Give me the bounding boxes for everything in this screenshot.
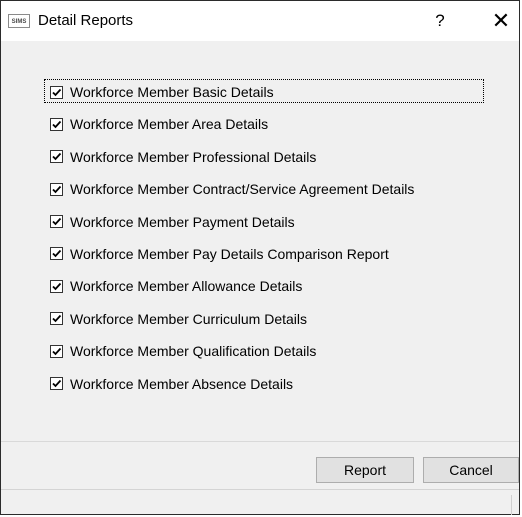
report-option-contract-details[interactable]: Workforce Member Contract/Service Agreem… (50, 174, 414, 204)
dialog-button-bar: Report Cancel (1, 442, 519, 489)
checkbox[interactable] (50, 312, 63, 326)
report-options-panel: Workforce Member Basic Details Workforce… (1, 41, 519, 441)
status-bar-divider (511, 495, 512, 515)
detail-reports-dialog: SIMS Detail Reports ? ✕ Workforce Member… (0, 0, 520, 515)
status-bar (1, 489, 519, 515)
help-button[interactable]: ? (427, 9, 453, 33)
cancel-button[interactable]: Cancel (423, 457, 519, 483)
report-option-absence-details[interactable]: Workforce Member Absence Details (50, 369, 414, 399)
close-button[interactable]: ✕ (487, 8, 515, 34)
report-option-label: Workforce Member Pay Details Comparison … (70, 245, 389, 262)
report-option-qualification-details[interactable]: Workforce Member Qualification Details (50, 336, 414, 366)
report-option-label: Workforce Member Allowance Details (70, 278, 303, 295)
checkbox[interactable] (50, 85, 63, 99)
checkbox[interactable] (50, 150, 63, 164)
checkbox[interactable] (50, 182, 63, 196)
checkbox[interactable] (50, 344, 63, 358)
checkbox[interactable] (50, 377, 63, 391)
checkbox[interactable] (50, 117, 63, 131)
report-checkbox-list: Workforce Member Basic Details Workforce… (43, 77, 485, 401)
title-bar: SIMS Detail Reports ? ✕ (1, 1, 519, 41)
report-option-pay-comparison-report[interactable]: Workforce Member Pay Details Comparison … (50, 239, 414, 269)
report-option-label: Workforce Member Basic Details (70, 84, 274, 100)
report-option-label: Workforce Member Area Details (70, 116, 269, 133)
report-option-payment-details[interactable]: Workforce Member Payment Details (50, 207, 414, 237)
report-option-curriculum-details[interactable]: Workforce Member Curriculum Details (50, 304, 414, 334)
report-option-label: Workforce Member Payment Details (70, 213, 295, 230)
report-button[interactable]: Report (316, 457, 414, 483)
checkbox[interactable] (50, 247, 63, 261)
window-title: Detail Reports (38, 12, 134, 29)
report-option-label: Workforce Member Professional Details (70, 148, 317, 165)
report-option-label: Workforce Member Qualification Details (70, 343, 317, 360)
checkbox[interactable] (50, 279, 63, 293)
report-option-allowance-details[interactable]: Workforce Member Allowance Details (50, 271, 414, 301)
report-option-professional-details[interactable]: Workforce Member Professional Details (50, 142, 414, 172)
sims-app-icon: SIMS (8, 14, 30, 28)
report-option-area-details[interactable]: Workforce Member Area Details (50, 109, 414, 139)
checkbox[interactable] (50, 215, 63, 229)
report-option-label: Workforce Member Absence Details (70, 375, 294, 392)
report-option-basic-details[interactable]: Workforce Member Basic Details (43, 77, 485, 107)
report-option-label: Workforce Member Contract/Service Agreem… (70, 181, 415, 198)
report-option-label: Workforce Member Curriculum Details (70, 310, 308, 327)
